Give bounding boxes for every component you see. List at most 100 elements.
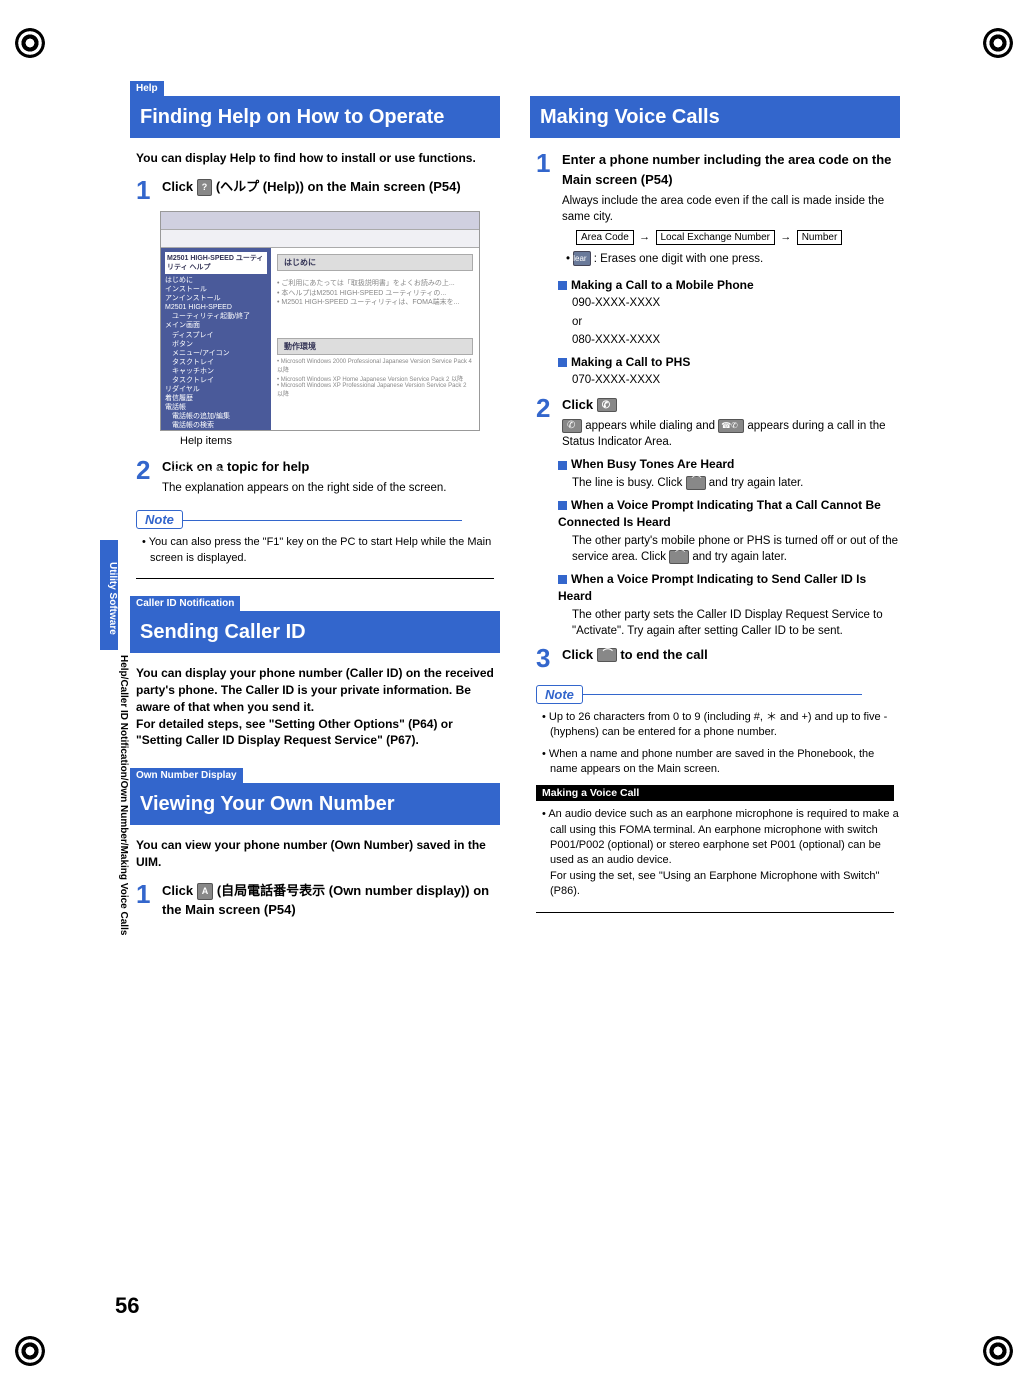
in-call-icon: [718, 419, 744, 433]
sub-heading: Making a Call to PHS: [571, 355, 690, 369]
text: Click: [162, 883, 197, 898]
sub-heading: When Busy Tones Are Heard: [571, 457, 734, 471]
note-item: You can also press the "F1" key on the P…: [150, 535, 494, 566]
page-content: Help Finding Help on How to Operate You …: [130, 80, 910, 929]
square-bullet-icon: [558, 281, 567, 290]
text: and try again later.: [692, 551, 787, 563]
note-item: When a name and phone number are saved i…: [550, 747, 894, 778]
sub-section-bar: Making a Voice Call: [536, 785, 894, 801]
voice-step-1: 1 Enter a phone number including the are…: [536, 150, 900, 271]
number-flow: Area Code → Local Exchange Number → Numb…: [576, 229, 900, 244]
text: 080-XXXX-XXXX: [572, 332, 900, 348]
note-box: Note Up to 26 characters from 0 to 9 (in…: [536, 685, 894, 778]
busy-block: When Busy Tones Are Heard The line is bu…: [558, 456, 900, 491]
text: The line is busy. Click and try again la…: [572, 475, 900, 491]
note-box: Note You can also press the "F1" key on …: [136, 510, 494, 566]
screenshot-heading: はじめに: [277, 254, 473, 271]
step-title: Click A (自局電話番号表示 (Own number display)) …: [162, 881, 500, 920]
text: 070-XXXX-XXXX: [572, 372, 900, 388]
section-header-voice: Making Voice Calls: [530, 96, 900, 138]
note-item: Up to 26 characters from 0 to 9 (includi…: [550, 710, 894, 741]
sub-heading: When a Voice Prompt Indicating to Send C…: [558, 572, 866, 603]
crop-mark-icon: [15, 1336, 45, 1366]
call-icon: [597, 398, 617, 412]
note-label: Note: [536, 685, 583, 704]
square-bullet-icon: [558, 461, 567, 470]
flow-local: Local Exchange Number: [656, 230, 776, 245]
cannot-block: When a Voice Prompt Indicating That a Ca…: [558, 497, 900, 565]
text: to end the call: [620, 647, 707, 662]
arrow-icon: →: [780, 231, 791, 243]
help-screenshot: M2501 HIGH-SPEED ユーティリティ ヘルプ はじめに インストール…: [160, 211, 480, 431]
square-bullet-icon: [558, 358, 567, 367]
screenshot-sidebar: M2501 HIGH-SPEED ユーティリティ ヘルプ はじめに インストール…: [161, 248, 271, 430]
section-tag-callerid: Caller ID Notification: [130, 596, 240, 611]
help-step-1: 1 Click ? (ヘルプ (Help)) on the Main scree…: [136, 177, 500, 203]
text: : Erases one digit with one press.: [594, 253, 763, 265]
audio-note: An audio device such as an earphone micr…: [550, 807, 900, 899]
text: Click: [562, 647, 597, 662]
screenshot-side-items: はじめに インストール アンインストール M2501 HIGH-SPEED ユー…: [165, 276, 267, 485]
text: appears while dialing and: [585, 420, 718, 432]
text: (ヘルプ (Help)) on the Main screen (P54): [216, 179, 461, 194]
voice-step-2: 2 Click appears while dialing and appear…: [536, 395, 900, 451]
side-breadcrumb: Help/Caller ID Notification/Own Number/M…: [118, 655, 129, 1055]
own-step-1: 1 Click A (自局電話番号表示 (Own number display)…: [136, 881, 500, 920]
text: The other party sets the Caller ID Displ…: [572, 607, 900, 639]
left-column: Help Finding Help on How to Operate You …: [130, 80, 500, 929]
section-header-own: Viewing Your Own Number: [130, 783, 500, 825]
crop-mark-icon: [15, 28, 45, 58]
step-text: appears while dialing and appears during…: [562, 418, 900, 450]
callerid-intro: You can display your phone number (Calle…: [136, 665, 494, 749]
text: The other party's mobile phone or PHS is…: [572, 533, 900, 565]
phs-block: Making a Call to PHS 070-XXXX-XXXX: [558, 354, 900, 389]
voice-step-3: 3 Click to end the call: [536, 645, 900, 671]
step-number: 1: [136, 177, 162, 203]
note-label: Note: [136, 510, 183, 529]
mobile-block: Making a Call to a Mobile Phone 090-XXXX…: [558, 277, 900, 348]
screenshot-main: はじめに • ご利用にあたっては「取扱説明書」をよくお読みの上...• 本ヘルプ…: [271, 248, 479, 430]
step-number: 2: [536, 395, 562, 451]
page-number: 56: [115, 1293, 139, 1319]
hangup-icon: [597, 648, 617, 662]
screenshot-title: M2501 HIGH-SPEED ユーティリティ ヘルプ: [165, 252, 267, 274]
divider: [136, 578, 494, 579]
help-intro: You can display Help to find how to inst…: [136, 150, 494, 167]
flow-number: Number: [797, 230, 843, 245]
own-intro: You can view your phone number (Own Numb…: [136, 837, 494, 871]
step-number: 2: [136, 457, 162, 497]
step-number: 1: [136, 881, 162, 920]
crop-mark-icon: [983, 28, 1013, 58]
text: The line is busy. Click: [572, 477, 686, 489]
sub-heading: Making a Call to a Mobile Phone: [571, 278, 754, 292]
text: Click: [162, 179, 197, 194]
step-number: 1: [536, 150, 562, 271]
step-title: Click: [562, 395, 900, 415]
arrow-icon: →: [639, 231, 650, 243]
sendid-block: When a Voice Prompt Indicating to Send C…: [558, 571, 900, 639]
square-bullet-icon: [558, 501, 567, 510]
step-text: Always include the area code even if the…: [562, 193, 900, 225]
help-icon: ?: [197, 179, 213, 197]
text: Click: [562, 397, 597, 412]
right-column: Making Voice Calls 1 Enter a phone numbe…: [530, 80, 900, 929]
step-title: Enter a phone number including the area …: [562, 150, 900, 189]
hangup-icon: [669, 550, 689, 564]
square-bullet-icon: [558, 575, 567, 584]
clear-line: clear : Erases one digit with one press.: [574, 251, 900, 267]
hangup-icon: [686, 476, 706, 490]
own-number-icon: A: [197, 883, 214, 901]
side-tab: Utility Software: [100, 540, 118, 650]
text: or: [572, 314, 900, 330]
clear-icon: clear: [573, 251, 590, 266]
step-title: Click ? (ヘルプ (Help)) on the Main screen …: [162, 177, 500, 197]
section-tag-own: Own Number Display: [130, 768, 243, 783]
step-number: 3: [536, 645, 562, 671]
section-header-help: Finding Help on How to Operate: [130, 96, 500, 138]
divider: [536, 912, 894, 913]
section-header-callerid: Sending Caller ID: [130, 611, 500, 653]
section-tag-help: Help: [130, 81, 164, 96]
step-title: Click to end the call: [562, 645, 900, 665]
crop-mark-icon: [983, 1336, 1013, 1366]
text: 090-XXXX-XXXX: [572, 295, 900, 311]
